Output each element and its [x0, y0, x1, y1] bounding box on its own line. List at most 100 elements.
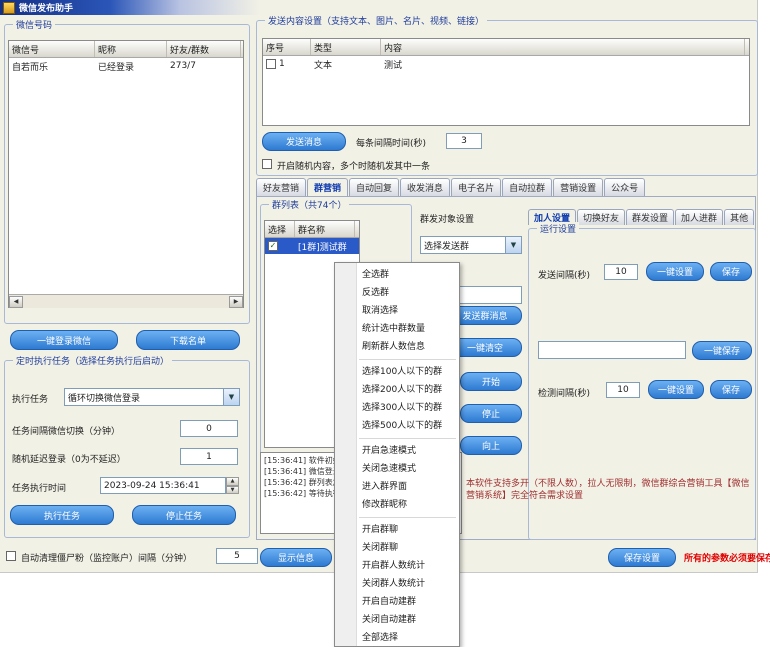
- menu-item-count-selected[interactable]: 统计选中群数量: [335, 320, 459, 338]
- accounts-table-header: 微信号 昵称 好友/群数: [9, 41, 243, 58]
- chevron-down-icon[interactable]: ▼: [223, 389, 239, 405]
- cleanup-interval-input[interactable]: 5: [216, 548, 258, 564]
- menu-item-fast-on[interactable]: 开启急速模式: [335, 442, 459, 460]
- tab-bulk-settings[interactable]: 群发设置: [626, 209, 674, 225]
- menu-item-chat-off[interactable]: 关闭群聊: [335, 539, 459, 557]
- target-select-value: 选择发送群: [421, 239, 505, 252]
- menu-item-autocreate-on[interactable]: 开启自动建群: [335, 593, 459, 611]
- menu-item-select-every[interactable]: 全部选择: [335, 629, 459, 647]
- login-wechat-button[interactable]: 一键登录微信: [10, 330, 118, 350]
- accounts-table[interactable]: 微信号 昵称 好友/群数 自若而乐 已经登录 273/7: [8, 40, 244, 308]
- move-up-button[interactable]: 向上: [460, 436, 522, 455]
- col-content[interactable]: 内容: [381, 39, 745, 55]
- menu-item-autocreate-off[interactable]: 关闭自动建群: [335, 611, 459, 629]
- app-window: 微信发布助手 微信号码 微信号 昵称 好友/群数 自若而乐 已经登录 273/7…: [0, 0, 770, 647]
- menu-item-enter-group[interactable]: 进入群界面: [335, 478, 459, 496]
- run-task-button[interactable]: 执行任务: [10, 505, 114, 525]
- stop-button[interactable]: 停止: [460, 404, 522, 423]
- menu-item-count-on[interactable]: 开启群人数统计: [335, 557, 459, 575]
- save-interval-button[interactable]: 保存: [710, 262, 752, 281]
- group-context-menu: 全选群 反选群 取消选择 统计选中群数量 刷新群人数信息 选择100人以下的群 …: [334, 262, 460, 647]
- group-list-label: 群列表（共74个）: [269, 198, 349, 211]
- account-name: 自若而乐: [9, 60, 95, 73]
- msg-interval-input[interactable]: 3: [446, 133, 482, 149]
- check-interval-input[interactable]: 10: [606, 382, 640, 398]
- menu-item-under-500[interactable]: 选择500人以下的群: [335, 417, 459, 435]
- schedule-group-label: 定时执行任务（选择任务执行后启动）: [13, 354, 172, 367]
- menu-item-deselect[interactable]: 取消选择: [335, 302, 459, 320]
- target-select[interactable]: 选择发送群 ▼: [420, 236, 522, 254]
- save-settings-button[interactable]: 保存设置: [608, 548, 676, 567]
- stop-task-button[interactable]: 停止任务: [132, 505, 236, 525]
- col-type[interactable]: 类型: [311, 39, 381, 55]
- exec-time-spinner[interactable]: ▲ ▼: [226, 477, 239, 494]
- promo-notice: 本软件支持多开（不限人数），拉人无限制，微信群综合营销工具【微信营销系统】完全符…: [466, 478, 754, 502]
- task-interval-input[interactable]: 0: [180, 420, 238, 437]
- col-account[interactable]: 微信号: [9, 41, 95, 57]
- col-counts[interactable]: 好友/群数: [167, 41, 241, 57]
- accounts-hscrollbar[interactable]: ◀ ▶: [9, 294, 243, 308]
- menu-item-under-300[interactable]: 选择300人以下的群: [335, 399, 459, 417]
- menu-item-fast-off[interactable]: 关闭急速模式: [335, 460, 459, 478]
- cleanup-checkbox[interactable]: [6, 551, 16, 561]
- account-row[interactable]: 自若而乐 已经登录 273/7: [9, 58, 243, 74]
- scroll-right-icon[interactable]: ▶: [229, 296, 243, 308]
- tab-friend-marketing[interactable]: 好友营销: [256, 178, 306, 196]
- spinner-up-icon[interactable]: ▲: [226, 477, 239, 486]
- download-list-button[interactable]: 下载名单: [136, 330, 240, 350]
- check-interval-label: 检测间隔(秒): [538, 386, 590, 399]
- tab-group-marketing[interactable]: 群营销: [307, 178, 348, 196]
- send-interval-input[interactable]: 10: [604, 264, 638, 280]
- scroll-left-icon[interactable]: ◀: [9, 296, 23, 308]
- show-info-button[interactable]: 显示信息: [260, 548, 332, 567]
- col-index[interactable]: 序号: [263, 39, 311, 55]
- app-icon: [3, 2, 15, 14]
- save-warning-text: 所有的参数必须要保存: [684, 551, 770, 564]
- tab-auto-invite[interactable]: 自动拉群: [502, 178, 552, 196]
- menu-separator: [359, 517, 456, 518]
- task-select[interactable]: 循环切换微信登录 ▼: [64, 388, 240, 406]
- menu-item-count-off[interactable]: 关闭群人数统计: [335, 575, 459, 593]
- start-button[interactable]: 开始: [460, 372, 522, 391]
- menu-item-invert[interactable]: 反选群: [335, 284, 459, 302]
- group-list-header: 选择 群名称: [265, 221, 359, 238]
- save-friend-button[interactable]: 一键保存: [692, 341, 752, 360]
- menu-item-under-200[interactable]: 选择200人以下的群: [335, 381, 459, 399]
- content-row-type: 文本: [311, 58, 381, 71]
- save-check-button[interactable]: 保存: [710, 380, 752, 399]
- friend-keyword-input[interactable]: [538, 341, 686, 359]
- title-bar[interactable]: 微信发布助手: [0, 0, 757, 15]
- tab-switch-friend[interactable]: 切换好友: [577, 209, 625, 225]
- menu-item-rename[interactable]: 修改群昵称: [335, 496, 459, 514]
- chevron-down-icon[interactable]: ▼: [505, 237, 521, 253]
- spinner-down-icon[interactable]: ▼: [226, 486, 239, 495]
- exec-time-label: 任务执行时间: [12, 481, 66, 494]
- tab-auto-reply[interactable]: 自动回复: [349, 178, 399, 196]
- send-message-button[interactable]: 发送消息: [262, 132, 346, 151]
- tab-join-group[interactable]: 加人进群: [675, 209, 723, 225]
- group-row[interactable]: ✓ [1群]测试群: [265, 238, 359, 254]
- menu-item-select-all[interactable]: 全选群: [335, 266, 459, 284]
- col-status[interactable]: 昵称: [95, 41, 167, 57]
- task-select-value: 循环切换微信登录: [65, 391, 223, 404]
- tab-ecard[interactable]: 电子名片: [451, 178, 501, 196]
- content-row[interactable]: 1 文本 测试: [263, 56, 749, 72]
- tab-messages[interactable]: 收发消息: [400, 178, 450, 196]
- cleanup-label: 自动清理僵尸粉（监控账户）间隔（分钟）: [21, 551, 192, 564]
- content-table[interactable]: 序号 类型 内容 1 文本 测试: [262, 38, 750, 126]
- random-content-checkbox[interactable]: [262, 159, 272, 169]
- menu-item-chat-on[interactable]: 开启群聊: [335, 521, 459, 539]
- menu-item-under-100[interactable]: 选择100人以下的群: [335, 363, 459, 381]
- menu-item-refresh-counts[interactable]: 刷新群人数信息: [335, 338, 459, 356]
- tab-marketing-settings[interactable]: 营销设置: [553, 178, 603, 196]
- delay-input[interactable]: 1: [180, 448, 238, 465]
- tab-official-account[interactable]: 公众号: [604, 178, 645, 196]
- quick-set2-button[interactable]: 一键设置: [648, 380, 704, 399]
- col-group-name[interactable]: 群名称: [295, 221, 355, 237]
- group-row-checkbox[interactable]: ✓: [268, 241, 278, 251]
- tab-other[interactable]: 其他: [724, 209, 754, 225]
- exec-time-input[interactable]: 2023-09-24 15:36:41: [100, 477, 226, 494]
- col-select[interactable]: 选择: [265, 221, 295, 237]
- quick-set-button[interactable]: 一键设置: [646, 262, 704, 281]
- content-row-checkbox[interactable]: [266, 59, 276, 69]
